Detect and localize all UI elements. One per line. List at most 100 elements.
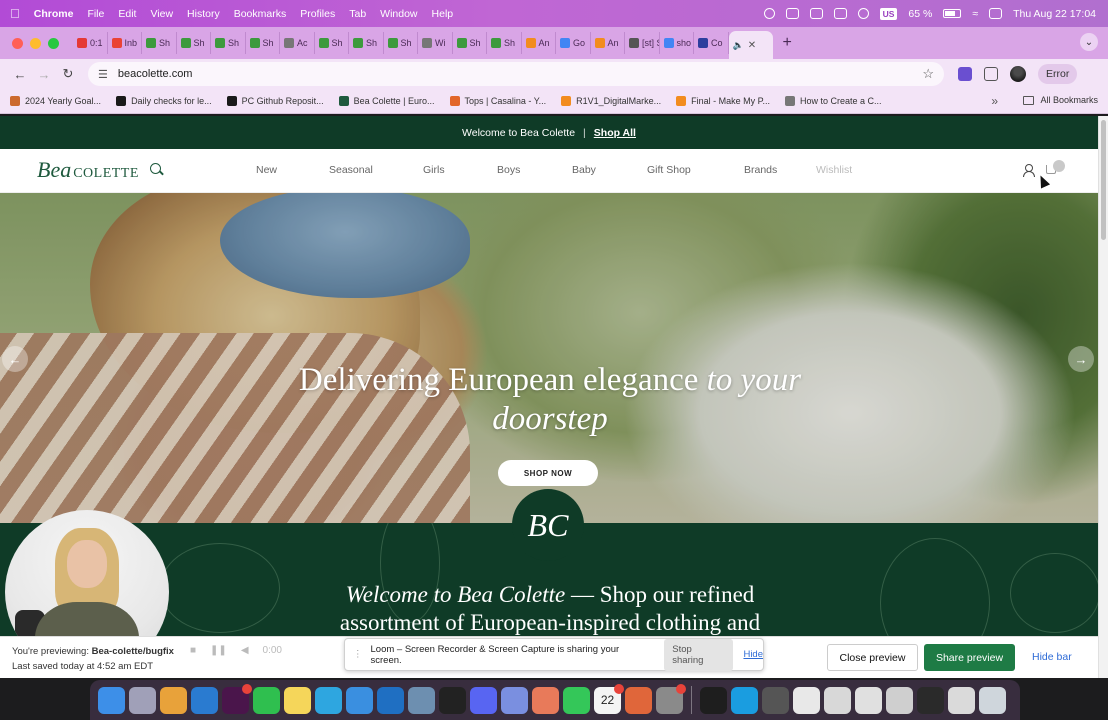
chrome-icon[interactable] — [160, 686, 187, 714]
input-source-badge[interactable]: US — [879, 7, 898, 20]
terminal-2-icon[interactable] — [700, 686, 727, 714]
nav-girls[interactable]: Girls — [423, 164, 445, 176]
browser-tab[interactable]: Inb — [108, 32, 142, 54]
page-scrollbar[interactable] — [1098, 116, 1108, 678]
firefox-icon[interactable] — [625, 686, 652, 714]
skype-icon[interactable] — [731, 686, 758, 714]
browser-tab[interactable]: Co — [694, 32, 729, 54]
trello-icon[interactable] — [377, 686, 404, 714]
menu-help[interactable]: Help — [432, 8, 454, 20]
nav-new[interactable]: New — [256, 164, 277, 176]
browser-tab[interactable]: [st] Sto — [625, 32, 660, 54]
notes-icon[interactable] — [284, 686, 311, 714]
shop-now-button[interactable]: SHOP NOW — [498, 460, 598, 486]
document-icon[interactable] — [793, 686, 820, 714]
preview-icon[interactable] — [408, 686, 435, 714]
pause-icon[interactable]: ❚❚ — [210, 645, 227, 656]
error-button[interactable]: Error — [1038, 64, 1078, 84]
zoom-window-button[interactable] — [48, 37, 59, 49]
browser-tab[interactable]: Sh — [246, 32, 280, 54]
stop-square-icon[interactable]: ■ — [190, 645, 196, 656]
apple-icon[interactable]:  — [10, 6, 20, 21]
vscode-icon[interactable] — [191, 686, 218, 714]
menu-history[interactable]: History — [187, 8, 220, 20]
window-1-icon[interactable] — [824, 686, 851, 714]
whatsapp-icon[interactable] — [253, 686, 280, 714]
bookmark-item[interactable]: Bea Colette | Euro... — [338, 96, 435, 106]
calculator-icon[interactable] — [762, 686, 789, 714]
forward-button[interactable]: → — [32, 62, 56, 86]
window-3-icon[interactable] — [886, 686, 913, 714]
telegram-icon[interactable] — [315, 686, 342, 714]
carousel-prev-button[interactable]: ← — [2, 346, 28, 372]
browser-tab[interactable]: Sh — [177, 32, 211, 54]
menu-profiles[interactable]: Profiles — [300, 8, 335, 20]
settings-icon[interactable] — [656, 683, 686, 714]
terminal-icon[interactable] — [439, 686, 466, 714]
slack-icon[interactable] — [222, 683, 252, 714]
menu-window[interactable]: Window — [380, 8, 417, 20]
nav-wishlist[interactable]: Wishlist — [816, 164, 852, 176]
hide-bar-link[interactable]: Hide bar — [1032, 651, 1072, 663]
stop-sharing-button[interactable]: Stop sharing — [664, 638, 734, 671]
menu-bookmarks[interactable]: Bookmarks — [234, 8, 287, 20]
menu-view[interactable]: View — [150, 8, 173, 20]
speaker-icon[interactable]: 🔈 — [733, 40, 744, 51]
photos-icon[interactable] — [532, 686, 559, 714]
rewind-icon[interactable]: ◀ — [241, 645, 249, 656]
app-store-icon[interactable] — [501, 686, 528, 714]
finder-icon[interactable] — [98, 686, 125, 714]
play-icon[interactable] — [857, 8, 869, 19]
browser-tab[interactable]: Sh — [453, 32, 487, 54]
all-bookmarks-button[interactable]: All Bookmarks — [1023, 95, 1098, 105]
menu-tab[interactable]: Tab — [349, 8, 366, 20]
bookmark-item[interactable]: How to Create a C... — [785, 96, 882, 106]
facetime-icon[interactable] — [563, 686, 590, 714]
bookmark-item[interactable]: 2024 Yearly Goal... — [10, 96, 101, 106]
account-icon[interactable] — [1022, 164, 1035, 177]
browser-tab[interactable]: Wi — [418, 32, 453, 54]
nav-brands[interactable]: Brands — [744, 164, 777, 176]
site-info-icon[interactable]: ☰ — [98, 68, 108, 81]
reload-button[interactable]: ↻ — [56, 62, 80, 86]
nav-baby[interactable]: Baby — [572, 164, 596, 176]
window-4-icon[interactable] — [917, 686, 944, 714]
address-bar[interactable]: ☰ beacolette.com ☆ — [88, 62, 944, 86]
browser-tab[interactable]: Sh — [487, 32, 522, 54]
profile-avatar[interactable] — [1010, 66, 1026, 82]
nav-boys[interactable]: Boys — [497, 164, 520, 176]
menu-app-name[interactable]: Chrome — [34, 8, 74, 20]
drag-handle-icon[interactable]: ⋮ — [353, 649, 363, 660]
menu-file[interactable]: File — [87, 8, 104, 20]
url-text[interactable]: beacolette.com — [118, 68, 193, 80]
document-status-icon[interactable] — [809, 8, 823, 19]
minimize-window-button[interactable] — [30, 37, 41, 49]
browser-tab[interactable]: An — [522, 32, 556, 54]
browser-tab[interactable]: Sh — [142, 32, 177, 54]
browser-tab[interactable]: Ac — [280, 32, 315, 54]
browser-tab[interactable]: Sh — [349, 32, 384, 54]
clock[interactable]: Thu Aug 22 17:04 — [1013, 8, 1096, 20]
keyboard-icon[interactable] — [833, 8, 847, 19]
close-tab-icon[interactable]: ✕ — [748, 40, 756, 51]
record-icon[interactable] — [763, 8, 775, 19]
scrollbar-thumb[interactable] — [1101, 120, 1106, 240]
active-tab[interactable]: 🔈 ✕ — [728, 31, 773, 59]
new-tab-button[interactable]: + — [783, 34, 792, 52]
window-5-icon[interactable] — [948, 686, 975, 714]
browser-tab[interactable]: Sh — [211, 32, 246, 54]
wifi-icon[interactable]: ≈ — [972, 8, 978, 20]
nav-gift-shop[interactable]: Gift Shop — [647, 164, 691, 176]
safari-icon[interactable] — [346, 686, 373, 714]
browser-tab[interactable]: 0:1 — [73, 32, 108, 54]
loom-extension-icon[interactable] — [958, 67, 972, 81]
bookmark-item[interactable]: Tops | Casalina - Y... — [449, 96, 546, 106]
hide-sharing-banner-link[interactable]: Hide — [743, 649, 763, 660]
nav-seasonal[interactable]: Seasonal — [329, 164, 373, 176]
carousel-next-button[interactable]: → — [1068, 346, 1094, 372]
browser-tab[interactable]: Sh — [384, 32, 418, 54]
menu-edit[interactable]: Edit — [118, 8, 136, 20]
browser-tab[interactable]: An — [591, 32, 625, 54]
back-button[interactable]: ← — [8, 62, 32, 86]
trash-icon[interactable] — [979, 686, 1006, 714]
